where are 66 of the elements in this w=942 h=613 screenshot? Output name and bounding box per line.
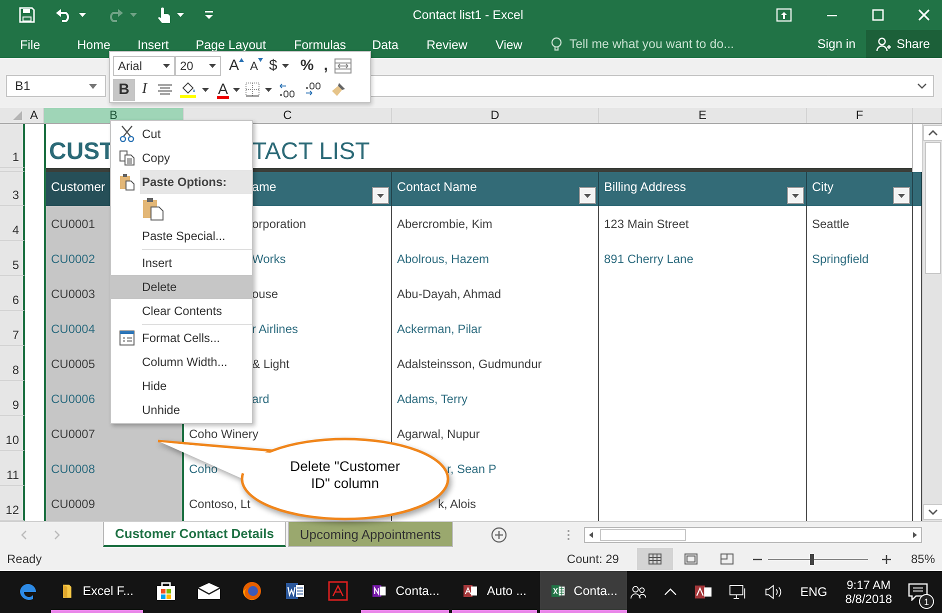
font-size-field[interactable]: 20 xyxy=(175,56,221,76)
sheet-title: TACT LIST xyxy=(252,140,370,164)
table-cell: Abu-Dayah, Ahmad xyxy=(392,276,599,311)
zoom-level[interactable]: 85% xyxy=(910,552,935,566)
status-text: Ready xyxy=(7,552,42,566)
table-cell: Springfield xyxy=(807,241,913,276)
italic-button[interactable]: I xyxy=(139,78,150,100)
share-button[interactable]: Share xyxy=(866,30,942,58)
taskbar-access-button[interactable]: Auto ... xyxy=(452,571,537,613)
column-header[interactable]: F xyxy=(807,108,913,123)
language-indicator[interactable]: ENG xyxy=(800,585,828,599)
table-cell: Adalsteinsson, Gudmundur xyxy=(392,346,599,381)
ribbon-tab[interactable]: Review xyxy=(426,38,468,52)
notification-badge: 1 xyxy=(919,594,934,609)
currency-button[interactable]: $ xyxy=(266,54,280,76)
table-cell: Abercrombie, Kim xyxy=(392,206,599,241)
column-header[interactable]: D xyxy=(392,108,599,123)
table-cell: Adams, Terry xyxy=(392,381,599,416)
ribbon-tab[interactable]: Page Layout xyxy=(196,38,266,52)
comma-button[interactable]: , xyxy=(320,54,331,76)
tell-me-search-field[interactable]: Tell me what you want to do... xyxy=(569,37,734,51)
sheet-tab[interactable]: Customer Contact Details xyxy=(103,522,286,547)
sign-in-link[interactable]: Sign in xyxy=(817,37,856,51)
row-number[interactable]: 12 xyxy=(0,486,25,521)
row-number[interactable]: 10 xyxy=(0,416,25,451)
table-cell: Ackerman, Pilar xyxy=(392,311,599,346)
taskbar-excel-button[interactable]: Conta... xyxy=(540,571,628,613)
taskbar-onenote-button[interactable]: Conta... xyxy=(361,571,450,613)
table-cell: Seattle xyxy=(807,206,913,241)
sheet-tab[interactable]: Upcoming Appointments xyxy=(288,522,453,547)
name-box[interactable]: B1 xyxy=(6,75,106,97)
table-cell: 891 Cherry Lane xyxy=(599,241,807,276)
row-number[interactable]: 6 xyxy=(0,276,25,311)
bold-button[interactable]: B xyxy=(113,78,135,100)
ribbon-tab[interactable]: Insert xyxy=(138,38,169,52)
clock[interactable]: 9:17 AM 8/8/2018 xyxy=(845,571,892,613)
column-heading: City xyxy=(807,172,913,206)
table-cell: CU0009 xyxy=(44,486,184,521)
column-header[interactable]: E xyxy=(599,108,807,123)
row-number[interactable]: 11 xyxy=(0,451,25,486)
table-cell: Abolrous, Hazem xyxy=(392,241,599,276)
grow-font-button[interactable]: A xyxy=(226,54,248,76)
row-number[interactable]: 3 xyxy=(0,172,25,206)
row-number[interactable]: 9 xyxy=(0,381,25,416)
row-number[interactable]: 1 xyxy=(0,124,25,168)
percent-button[interactable]: % xyxy=(297,54,317,76)
menu-item[interactable]: Delete xyxy=(111,275,252,299)
ribbon-tab[interactable]: View xyxy=(495,38,522,52)
ribbon-tab[interactable]: Data xyxy=(372,38,398,52)
column-heading: Contact Name xyxy=(392,172,599,206)
ribbon-tab[interactable]: Formulas xyxy=(294,38,346,52)
table-cell: 123 Main Street xyxy=(599,206,807,241)
row-number[interactable]: 7 xyxy=(0,311,25,346)
row-number[interactable]: 4 xyxy=(0,206,25,241)
taskbar-folder-button[interactable]: Excel F... xyxy=(51,571,144,613)
shrink-font-button[interactable]: A xyxy=(247,54,266,76)
ribbon-tab[interactable]: Home xyxy=(77,38,110,52)
row-number[interactable]: 8 xyxy=(0,346,25,381)
window-title: Contact list1 - Excel xyxy=(412,8,524,22)
font-name-field[interactable]: Arial xyxy=(113,56,175,76)
count-readout: Count: 29 xyxy=(566,552,619,566)
column-heading: Billing Address xyxy=(599,172,807,206)
row-number[interactable]: 5 xyxy=(0,241,25,276)
font-color-button[interactable]: A xyxy=(215,78,232,100)
ribbon-tab[interactable]: File xyxy=(20,38,40,52)
table-cell: CU0008 xyxy=(44,451,184,486)
